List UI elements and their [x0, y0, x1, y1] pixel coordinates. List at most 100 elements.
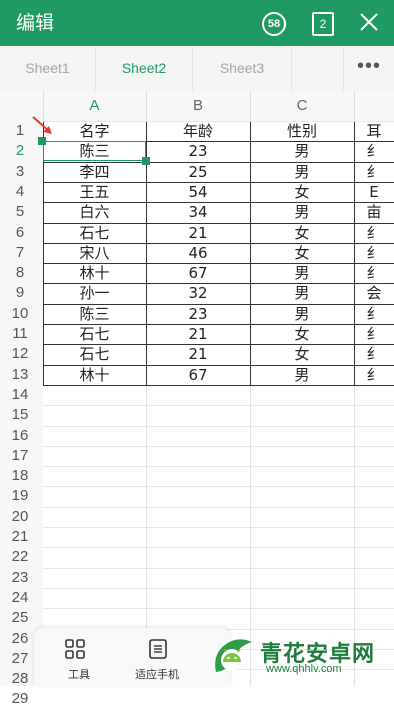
table-cell[interactable]: 男: [250, 365, 354, 385]
table-cell[interactable]: 宋八: [43, 243, 146, 263]
table-cell[interactable]: 纟: [354, 162, 394, 182]
grid-row-line: [43, 608, 394, 610]
table-cell[interactable]: 男: [250, 263, 354, 283]
sheet-count-button[interactable]: 2: [312, 12, 334, 36]
table-cell[interactable]: 孙一: [43, 283, 146, 303]
table-cell[interactable]: 女: [250, 223, 354, 243]
table-cell[interactable]: 男: [250, 283, 354, 303]
table-cell[interactable]: 21: [146, 223, 250, 243]
table-cell[interactable]: 石七: [43, 223, 146, 243]
row-header[interactable]: 5: [0, 202, 40, 222]
row-header[interactable]: 7: [0, 243, 40, 263]
table-cell[interactable]: 女: [250, 243, 354, 263]
row-header[interactable]: 4: [0, 182, 40, 202]
table-cell[interactable]: 男: [250, 202, 354, 222]
row-header[interactable]: 29: [0, 689, 40, 709]
table-cell[interactable]: 纟: [354, 141, 394, 161]
selected-cell-outline[interactable]: [43, 141, 146, 161]
table-cell[interactable]: 21: [146, 324, 250, 344]
table-cell[interactable]: 纟: [354, 344, 394, 364]
grid-row-line: [43, 527, 394, 528]
table-cell[interactable]: 23: [146, 304, 250, 324]
row-header[interactable]: 25: [0, 608, 40, 628]
table-cell[interactable]: 白六: [43, 202, 146, 222]
row-header[interactable]: 6: [0, 223, 40, 243]
tab-sheet1[interactable]: Sheet1: [0, 46, 95, 91]
table-cell[interactable]: 23: [146, 141, 250, 161]
row-header[interactable]: 22: [0, 547, 40, 567]
row-header[interactable]: 17: [0, 446, 40, 466]
table-cell[interactable]: 纟: [354, 304, 394, 324]
tab-sheet3[interactable]: Sheet3: [193, 46, 291, 91]
table-cell[interactable]: 李四: [43, 162, 146, 182]
table-cell[interactable]: 纟: [354, 243, 394, 263]
table-cell[interactable]: 耳: [354, 121, 394, 141]
column-header-c[interactable]: C: [250, 91, 354, 121]
table-cell[interactable]: 男: [250, 162, 354, 182]
row-header[interactable]: 23: [0, 568, 40, 588]
row-header[interactable]: 10: [0, 304, 40, 324]
table-cell[interactable]: 会: [354, 283, 394, 303]
row-header[interactable]: 12: [0, 344, 40, 364]
row-header[interactable]: 3: [0, 162, 40, 182]
table-cell[interactable]: 纟: [354, 324, 394, 344]
row-header[interactable]: 16: [0, 426, 40, 446]
table-cell[interactable]: 67: [146, 263, 250, 283]
row-header[interactable]: 15: [0, 405, 40, 425]
table-cell[interactable]: 年龄: [146, 121, 250, 141]
table-cell[interactable]: 性别: [250, 121, 354, 141]
close-icon[interactable]: [356, 9, 382, 35]
table-cell[interactable]: 25: [146, 162, 250, 182]
row-header[interactable]: 13: [0, 365, 40, 385]
tools-label: 工具: [68, 669, 90, 681]
table-cell[interactable]: 54: [146, 182, 250, 202]
fit-screen-icon: [149, 639, 167, 659]
selection-handle-bottom-right[interactable]: [142, 157, 150, 165]
table-cell[interactable]: 石七: [43, 344, 146, 364]
tab-sheet2[interactable]: Sheet2: [96, 46, 192, 91]
column-divider: [354, 91, 355, 121]
row-header[interactable]: 8: [0, 263, 40, 283]
row-header[interactable]: 19: [0, 486, 40, 506]
grid-row-line: [43, 587, 394, 589]
sheet-tabs: Sheet1 Sheet2 Sheet3 •••: [0, 46, 394, 92]
table-cell[interactable]: 纟: [354, 223, 394, 243]
row-header[interactable]: 20: [0, 507, 40, 527]
row-header[interactable]: 21: [0, 527, 40, 547]
table-cell[interactable]: 纟: [354, 365, 394, 385]
table-cell[interactable]: 林十: [43, 263, 146, 283]
table-cell[interactable]: 女: [250, 344, 354, 364]
column-header-b[interactable]: B: [146, 91, 250, 121]
table-cell[interactable]: 林十: [43, 365, 146, 385]
table-cell[interactable]: 女: [250, 182, 354, 202]
row-header[interactable]: 18: [0, 466, 40, 486]
table-cell[interactable]: 女: [250, 324, 354, 344]
table-cell[interactable]: 67: [146, 365, 250, 385]
row-header[interactable]: 11: [0, 324, 40, 344]
table-cell[interactable]: 男: [250, 141, 354, 161]
row-header[interactable]: 9: [0, 283, 40, 303]
table-cell[interactable]: 纟: [354, 263, 394, 283]
row-header[interactable]: 2: [0, 141, 40, 161]
table-cell[interactable]: E: [354, 182, 394, 202]
tools-button[interactable]: 工具: [34, 628, 124, 686]
table-cell[interactable]: 46: [146, 243, 250, 263]
table-cell[interactable]: 34: [146, 202, 250, 222]
more-options-icon[interactable]: •••: [344, 46, 394, 91]
table-cell[interactable]: 名字: [43, 121, 146, 141]
table-cell[interactable]: 王五: [43, 182, 146, 202]
table-cell[interactable]: 陈三: [43, 304, 146, 324]
table-cell[interactable]: 32: [146, 283, 250, 303]
table-cell[interactable]: 石七: [43, 324, 146, 344]
table-cell[interactable]: 男: [250, 304, 354, 324]
table-cell[interactable]: 21: [146, 344, 250, 364]
notification-badge[interactable]: 58: [262, 12, 286, 36]
spreadsheet-grid[interactable]: 名字 年龄 性别耳陈三 23 男纟李四 25 男纟王五 54 女 E 白六 34 男亩石七 21 女纟宋八 4…: [43, 121, 394, 686]
column-header-a[interactable]: A: [43, 91, 146, 121]
table-cell[interactable]: 亩: [354, 202, 394, 222]
fit-phone-button[interactable]: 适应手机: [112, 628, 202, 686]
grid-row-line: [43, 425, 394, 427]
row-header[interactable]: 24: [0, 588, 40, 608]
row-header[interactable]: 14: [0, 385, 40, 405]
android-logo-icon: [215, 639, 252, 672]
